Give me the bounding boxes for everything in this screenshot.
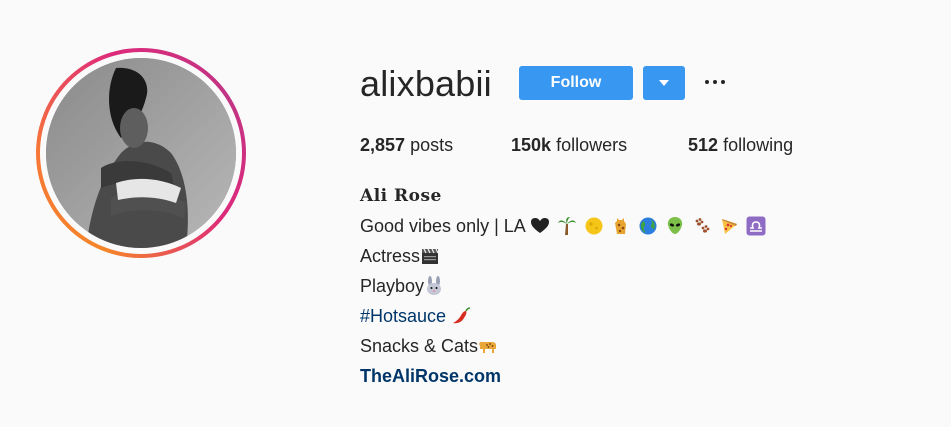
profile-page: alixbabii Follow 2,857 posts 150k follow… bbox=[0, 0, 951, 427]
more-options-icon[interactable] bbox=[703, 70, 729, 94]
posts-stat: 2,857 posts bbox=[360, 134, 453, 156]
bio-line-1: Good vibes only | LA bbox=[360, 214, 768, 238]
chevron-down-icon bbox=[659, 80, 669, 86]
bio-line-3-text: Playboy bbox=[360, 276, 425, 296]
website-link[interactable]: TheAliRose.com bbox=[360, 366, 501, 386]
suggestions-dropdown-button[interactable] bbox=[643, 66, 685, 100]
bio-line-6: TheAliRose.com bbox=[360, 364, 501, 388]
giraffe-icon bbox=[611, 216, 631, 236]
bio-line-5-text: Snacks & Cats bbox=[360, 336, 479, 356]
avatar-photo bbox=[46, 58, 236, 248]
leopard-icon bbox=[478, 336, 498, 356]
globe-icon bbox=[638, 216, 658, 236]
bio-line-3: Playboy bbox=[360, 274, 446, 298]
bio-line-4: #Hotsauce bbox=[360, 304, 473, 328]
following-stat[interactable]: 512 following bbox=[688, 134, 793, 156]
avatar-gap bbox=[40, 52, 242, 254]
bio-line-2-text: Actress bbox=[360, 246, 421, 266]
bio-line-1-text: Good vibes only | LA bbox=[360, 216, 530, 236]
clapper-board-icon bbox=[420, 246, 440, 266]
followers-stat[interactable]: 150k followers bbox=[511, 134, 627, 156]
pizza-icon bbox=[719, 216, 739, 236]
more-dot bbox=[721, 80, 725, 84]
hot-pepper-icon bbox=[451, 306, 471, 326]
profile-username: alixbabii bbox=[360, 63, 492, 104]
followers-label: followers bbox=[556, 135, 628, 155]
hashtag-link[interactable]: #Hotsauce bbox=[360, 306, 446, 326]
full-name: Ali Rose bbox=[360, 186, 442, 206]
rabbit-face-icon bbox=[424, 276, 444, 296]
more-dot bbox=[705, 80, 709, 84]
bio-line-5: Snacks & Cats bbox=[360, 334, 500, 358]
bio-line-2: Actress bbox=[360, 244, 442, 268]
libra-icon bbox=[746, 216, 766, 236]
paw-prints-icon bbox=[692, 216, 712, 236]
avatar[interactable] bbox=[46, 58, 236, 248]
following-label: following bbox=[723, 135, 794, 155]
palm-tree-icon bbox=[557, 216, 577, 236]
more-dot bbox=[713, 80, 717, 84]
posts-label: posts bbox=[410, 135, 454, 155]
alien-icon bbox=[665, 216, 685, 236]
black-heart-icon bbox=[530, 216, 550, 236]
following-count: 512 bbox=[688, 135, 719, 155]
full-moon-icon bbox=[584, 216, 604, 236]
posts-count: 2,857 bbox=[360, 135, 406, 155]
followers-count: 150k bbox=[511, 135, 552, 155]
story-ring[interactable] bbox=[36, 48, 246, 258]
follow-button[interactable]: Follow bbox=[519, 66, 633, 100]
